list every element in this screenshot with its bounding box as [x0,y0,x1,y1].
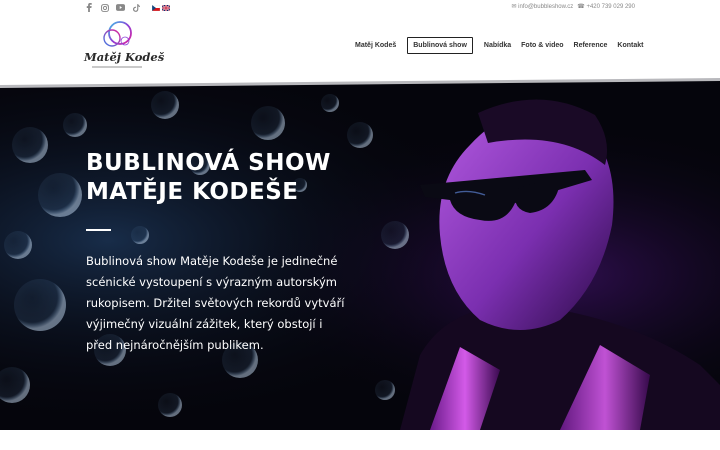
flag-en-icon[interactable] [162,4,170,11]
nav-item-nabidka[interactable]: Nabídka [479,42,516,49]
facebook-icon[interactable] [84,3,93,12]
nav-item-kontakt[interactable]: Kontakt [612,42,648,49]
logo-wordmark: Matěj Kodeš [84,50,165,64]
hero-heading: BUBLINOVÁ SHOW MATĚJE KODEŠE [86,149,331,207]
youtube-icon[interactable] [116,3,125,12]
instagram-icon[interactable] [100,3,109,12]
hero-heading-line1: BUBLINOVÁ SHOW [86,150,331,176]
bubble-logo-icon [103,21,132,47]
nav-item-matej-kodes[interactable]: Matěj Kodeš [350,42,401,49]
language-switcher [152,4,170,11]
hero-bottom-band [0,430,720,450]
nav-item-reference[interactable]: Reference [569,42,613,49]
nav-item-bublinova-show[interactable]: Bublinová show [407,36,473,54]
main-navigation: Matěj Kodeš Bublinová show Nabídka Foto … [350,36,648,54]
nav-item-foto-video[interactable]: Foto & video [516,42,568,49]
hero-divider [86,229,111,231]
flag-cz-icon[interactable] [152,4,160,11]
phone-link[interactable]: ☎ +420 739 029 290 [577,3,635,10]
logo-underline [92,66,142,68]
hero-description: Bublinová show Matěje Kodeše je jedinečn… [86,254,345,352]
social-links [84,3,170,12]
hero-top-edge [0,78,720,90]
contact-info: ✉ info@bubbleshow.cz ☎ +420 739 029 290 [511,3,635,10]
site-logo[interactable]: Matěj Kodeš [84,20,165,72]
hero-section: BUBLINOVÁ SHOW MATĚJE KODEŠE Bublinová s… [0,85,720,430]
email-link[interactable]: ✉ info@bubbleshow.cz [511,3,573,10]
tiktok-icon[interactable] [132,3,141,12]
top-bar: ✉ info@bubbleshow.cz ☎ +420 739 029 290 [0,0,720,16]
hero-heading-line2: MATĚJE KODEŠE [86,179,299,205]
